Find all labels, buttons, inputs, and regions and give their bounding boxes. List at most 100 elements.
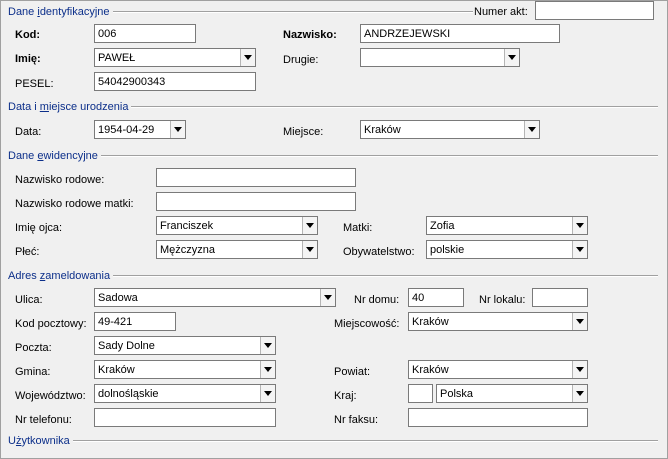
numer-akt-label: Numer akt: bbox=[474, 6, 528, 18]
nr-lokalu-input[interactable] bbox=[532, 288, 588, 307]
miejsce-urodzenia-label: Miejsce: bbox=[283, 126, 324, 138]
nr-telefonu-input[interactable] bbox=[94, 408, 276, 427]
gmina-select[interactable]: Kraków bbox=[94, 360, 276, 379]
chevron-down-icon bbox=[324, 295, 332, 300]
powiat-dropdown-button[interactable] bbox=[572, 361, 587, 378]
imie-matki-dropdown-button[interactable] bbox=[572, 217, 587, 234]
ulica-dropdown-button[interactable] bbox=[320, 289, 335, 306]
miejsce-urodzenia-select[interactable]: Kraków bbox=[360, 120, 540, 139]
miejsce-urodzenia-dropdown-button[interactable] bbox=[524, 121, 539, 138]
plec-label: Płeć: bbox=[15, 246, 40, 258]
gmina-label: Gmina: bbox=[15, 366, 51, 378]
wojewodztwo-dropdown-button[interactable] bbox=[260, 385, 275, 402]
nazwisko-rodowe-matki-label: Nazwisko rodowe matki: bbox=[15, 198, 134, 210]
imie-ojca-dropdown-button[interactable] bbox=[302, 217, 317, 234]
miejscowosc-value: Kraków bbox=[412, 316, 449, 328]
pesel-label: PESEL: bbox=[15, 78, 54, 90]
chevron-down-icon bbox=[264, 367, 272, 372]
nr-telefonu-label: Nr telefonu: bbox=[15, 414, 72, 426]
wojewodztwo-label: Województwo: bbox=[15, 390, 86, 402]
plec-value: Mężczyzna bbox=[160, 244, 216, 256]
chevron-down-icon bbox=[264, 391, 272, 396]
chevron-down-icon bbox=[576, 247, 584, 252]
kod-input[interactable]: 006 bbox=[94, 24, 196, 43]
imie-matki-select[interactable]: Zofia bbox=[426, 216, 588, 235]
poczta-select[interactable]: Sady Dolne bbox=[94, 336, 276, 355]
chevron-down-icon bbox=[576, 367, 584, 372]
drugie-dropdown-button[interactable] bbox=[504, 49, 519, 66]
numer-akt-input[interactable] bbox=[535, 1, 654, 20]
matki-label: Matki: bbox=[343, 222, 373, 234]
data-urodzenia-label: Data: bbox=[15, 126, 42, 138]
nazwisko-label: Nazwisko: bbox=[283, 29, 337, 41]
section-title-urodzenia: Data i miejsce urodzenia bbox=[8, 100, 132, 114]
drugie-label: Drugie: bbox=[283, 54, 319, 66]
kod-label: Kod: bbox=[15, 29, 41, 41]
gmina-dropdown-button[interactable] bbox=[260, 361, 275, 378]
kraj-label: Kraj: bbox=[334, 390, 357, 402]
section-divider bbox=[8, 155, 658, 157]
miejscowosc-dropdown-button[interactable] bbox=[572, 313, 587, 330]
powiat-label: Powiat: bbox=[334, 366, 371, 378]
chevron-down-icon bbox=[576, 223, 584, 228]
imie-ojca-select[interactable]: Franciszek bbox=[156, 216, 318, 235]
kod-pocztowy-input[interactable]: 49-421 bbox=[94, 312, 176, 331]
data-urodzenia-dropdown-button[interactable] bbox=[170, 121, 185, 138]
section-title-ewidencyjne: Dane ewidencyjne bbox=[8, 149, 101, 163]
kod-pocztowy-label: Kod pocztowy: bbox=[15, 318, 87, 330]
imie-dropdown-button[interactable] bbox=[240, 49, 255, 66]
gmina-value: Kraków bbox=[98, 364, 135, 376]
section-title-uzytkownika: Użytkownika bbox=[8, 434, 73, 448]
wojewodztwo-value: dolnośląskie bbox=[98, 388, 159, 400]
nr-faksu-input[interactable] bbox=[408, 408, 588, 427]
nazwisko-input[interactable]: ANDRZEJEWSKI bbox=[360, 24, 560, 43]
kraj-value: Polska bbox=[440, 388, 474, 400]
chevron-down-icon bbox=[508, 55, 516, 60]
ulica-select[interactable]: Sadowa bbox=[94, 288, 336, 307]
chevron-down-icon bbox=[244, 55, 252, 60]
kraj-code-input[interactable] bbox=[408, 384, 433, 403]
nr-faksu-label: Nr faksu: bbox=[334, 414, 379, 426]
chevron-down-icon bbox=[174, 127, 182, 132]
miejsce-urodzenia-value: Kraków bbox=[364, 124, 401, 136]
ulica-value: Sadowa bbox=[98, 292, 138, 304]
section-divider bbox=[8, 440, 658, 442]
plec-dropdown-button[interactable] bbox=[302, 241, 317, 258]
imie-select[interactable]: PAWEŁ bbox=[94, 48, 256, 67]
kraj-dropdown-button[interactable] bbox=[572, 385, 587, 402]
chevron-down-icon bbox=[528, 127, 536, 132]
chevron-down-icon bbox=[306, 223, 314, 228]
powiat-value: Kraków bbox=[412, 364, 449, 376]
imie-label: Imię: bbox=[15, 53, 41, 65]
data-urodzenia-picker[interactable]: 1954-04-29 bbox=[94, 120, 186, 139]
obywatelstwo-dropdown-button[interactable] bbox=[572, 241, 587, 258]
wojewodztwo-select[interactable]: dolnośląskie bbox=[94, 384, 276, 403]
powiat-select[interactable]: Kraków bbox=[408, 360, 588, 379]
poczta-value: Sady Dolne bbox=[98, 340, 155, 352]
miejscowosc-label: Miejscowość: bbox=[334, 318, 400, 330]
drugie-select[interactable] bbox=[360, 48, 520, 67]
pesel-input[interactable]: 54042900343 bbox=[94, 72, 256, 91]
obywatelstwo-value: polskie bbox=[430, 244, 465, 256]
obywatelstwo-select[interactable]: polskie bbox=[426, 240, 588, 259]
poczta-label: Poczta: bbox=[15, 342, 52, 354]
nazwisko-rodowe-matki-input[interactable] bbox=[156, 192, 356, 211]
plec-select[interactable]: Mężczyzna bbox=[156, 240, 318, 259]
miejscowosc-select[interactable]: Kraków bbox=[408, 312, 588, 331]
nazwisko-rodowe-input[interactable] bbox=[156, 168, 356, 187]
imie-matki-value: Zofia bbox=[430, 220, 455, 232]
obywatelstwo-label: Obywatelstwo: bbox=[343, 246, 415, 258]
ulica-label: Ulica: bbox=[15, 294, 43, 306]
poczta-dropdown-button[interactable] bbox=[260, 337, 275, 354]
nazwisko-rodowe-label: Nazwisko rodowe: bbox=[15, 174, 105, 186]
nr-lokalu-label: Nr lokalu: bbox=[479, 294, 526, 306]
data-urodzenia-value: 1954-04-29 bbox=[98, 124, 155, 136]
chevron-down-icon bbox=[576, 319, 584, 324]
nr-domu-input[interactable]: 40 bbox=[408, 288, 464, 307]
nr-domu-label: Nr domu: bbox=[354, 294, 400, 306]
kraj-select[interactable]: Polska bbox=[436, 384, 588, 403]
section-title-identyfikacyjne: Dane identyfikacyjne bbox=[8, 5, 113, 19]
imie-ojca-label: Imię ojca: bbox=[15, 222, 63, 234]
chevron-down-icon bbox=[576, 391, 584, 396]
imie-value: PAWEŁ bbox=[98, 52, 136, 64]
